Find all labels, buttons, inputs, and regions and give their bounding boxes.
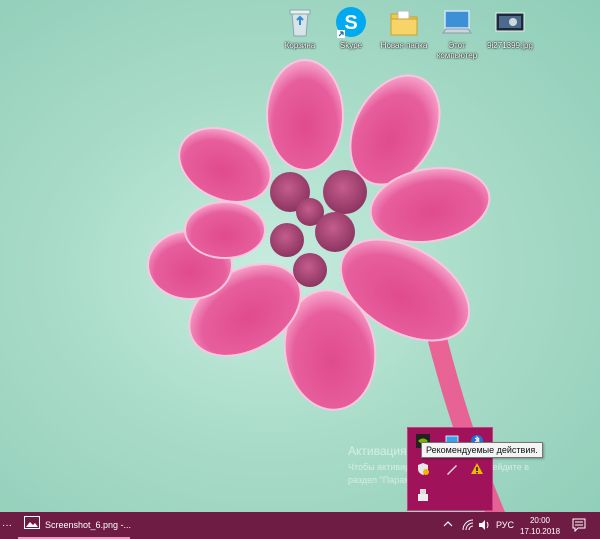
desktop-icon-image[interactable]: 9i271399.jpg: [483, 5, 537, 51]
image-file-icon: [493, 5, 527, 39]
desktop-icon-label: Этот компьютер: [436, 41, 478, 60]
desktop-icon-new-folder[interactable]: Новая папка: [377, 5, 431, 51]
recycle-bin-icon: [283, 5, 317, 39]
tray-tooltip: Рекомендуемые действия.: [421, 442, 543, 458]
warning-tray-icon[interactable]: [470, 462, 484, 476]
pen-tray-icon[interactable]: [445, 462, 459, 476]
svg-text:S: S: [344, 12, 357, 34]
network-icon[interactable]: [462, 519, 474, 531]
desktop-icon-recycle-bin[interactable]: Корзина: [273, 5, 327, 51]
desktop-icon-label: Корзина: [284, 41, 316, 50]
taskbar-item-screenshot[interactable]: Screenshot_6.png -...: [18, 512, 132, 539]
folder-icon: [387, 5, 421, 39]
language-indicator[interactable]: РУС: [496, 520, 514, 530]
photos-app-icon: [24, 515, 40, 534]
taskbar: ··· Screenshot_6.png -... РУС 20:00 17.1…: [0, 512, 600, 539]
action-center-icon[interactable]: [572, 518, 586, 532]
wallpaper-flower: [147, 59, 505, 512]
task-overflow-icon[interactable]: ···: [2, 520, 12, 531]
desktop: Корзина S Skype Новая папка Этот компьют…: [0, 0, 600, 512]
computer-icon: [440, 5, 474, 39]
usb-tray-icon[interactable]: [416, 488, 430, 502]
skype-icon: S: [334, 5, 368, 39]
taskbar-item-label: Screenshot_6.png -...: [45, 519, 132, 530]
clock-time: 20:00: [529, 516, 551, 525]
desktop-icon-skype[interactable]: S Skype: [324, 5, 378, 51]
desktop-icon-label: Новая папка: [380, 41, 428, 50]
desktop-icon-label: Skype: [339, 41, 363, 50]
desktop-icon-label: 9i271399.jpg: [487, 41, 533, 50]
security-tray-icon[interactable]: [416, 462, 430, 476]
tray-overflow-popup: [407, 427, 493, 511]
volume-icon[interactable]: [478, 519, 491, 531]
show-hidden-icons-chevron-up-icon[interactable]: [443, 519, 453, 529]
clock[interactable]: 20:00 17.10.2018: [520, 515, 560, 537]
clock-date: 17.10.2018: [520, 527, 561, 536]
desktop-icon-this-pc[interactable]: Этот компьютер: [430, 5, 484, 61]
